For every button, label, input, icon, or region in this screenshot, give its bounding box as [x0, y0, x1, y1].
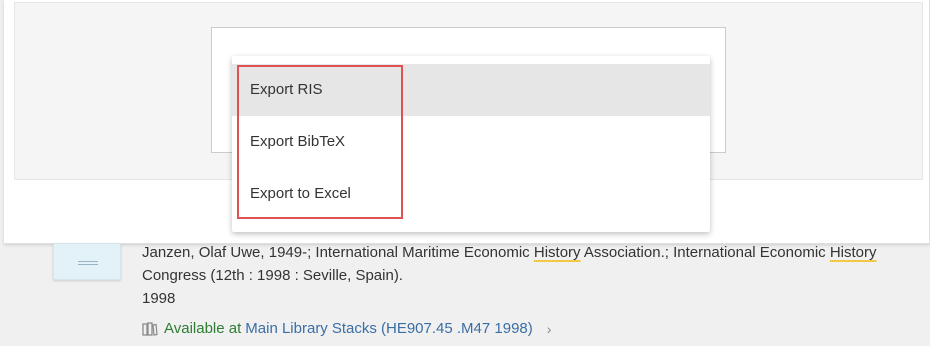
record-details: Janzen, Olaf Uwe, 1949-; International M…: [142, 241, 902, 310]
record-year: 1998: [142, 290, 176, 307]
export-menu: Export RIS Export BibTeX Export to Excel: [232, 56, 710, 232]
page: Export RIS Export BibTeX Export to Excel…: [0, 0, 930, 346]
book-icon: [142, 322, 158, 336]
record-thumbnail[interactable]: [53, 243, 121, 280]
authors-text-1: Janzen, Olaf Uwe, 1949-; International M…: [142, 244, 534, 261]
menu-item-export-ris[interactable]: Export RIS: [232, 64, 710, 116]
chevron-right-icon[interactable]: ›: [547, 318, 552, 340]
authors-text-2: Association.; International Economic: [580, 244, 830, 261]
thumbnail-placeholder-icon: [78, 261, 98, 265]
search-term-highlight: History: [829, 244, 877, 261]
availability-line[interactable]: Available at Main Library Stacks (HE907.…: [142, 318, 551, 340]
availability-status: Available at: [164, 320, 242, 337]
menu-item-export-bibtex[interactable]: Export BibTeX: [232, 116, 710, 168]
menu-item-export-excel[interactable]: Export to Excel: [232, 168, 710, 220]
availability-location[interactable]: Main Library: [245, 318, 328, 340]
record-authors: Janzen, Olaf Uwe, 1949-; International M…: [142, 241, 902, 287]
availability-call-number[interactable]: Stacks (HE907.45 .M47 1998): [332, 318, 533, 340]
authors-text-3: Congress (12th : 1998 : Seville, Spain).: [142, 267, 403, 284]
search-term-highlight: History: [533, 244, 581, 261]
